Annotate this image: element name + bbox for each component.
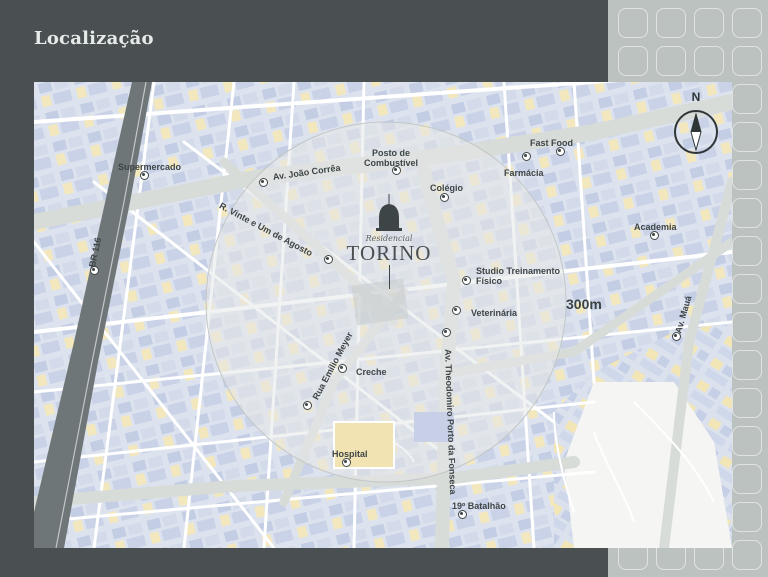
poi-label-batalhao: 19º Batalhão [452,501,506,511]
street-marker-theodomiro[interactable] [441,327,451,337]
decorative-tile [732,540,762,570]
logo-name: TORINO [346,241,432,265]
development-logo: Residencial TORINO [334,194,444,289]
decorative-tile [732,122,762,152]
poi-label-veterinaria: Veterinária [471,308,518,318]
dome-icon [376,194,402,231]
poi-label-academia: Academia [634,222,677,232]
street-marker-emilio-meyer[interactable] [302,400,312,410]
decorative-tile [732,464,762,494]
decorative-tile [732,198,762,228]
compass: N [670,90,722,166]
decorative-tile [732,160,762,190]
compass-rose-icon [674,110,718,154]
poi-label-colegio: Colégio [430,183,463,193]
location-map[interactable]: Residencial TORINO 300m N Supermercado Po… [34,82,732,548]
decorative-tile [732,426,762,456]
poi-marker-studio[interactable] [461,275,471,285]
poi-label-hospital: Hospital [332,449,368,459]
decorative-tile [732,46,762,76]
page-title: Localização [34,28,154,49]
decorative-tile [656,8,686,38]
decorative-tile [732,350,762,380]
poi-marker-farmacia[interactable] [521,151,531,161]
decorative-tile [694,8,724,38]
poi-label-studio: Studio Treinamento Físico [476,266,561,286]
decorative-tile [656,46,686,76]
street-marker-joao-correa[interactable] [258,177,268,187]
poi-label-supermercado: Supermercado [118,162,182,172]
poi-label-posto: Posto de Combustível [364,148,419,168]
street-label-maua: Av. Mauá [673,294,694,335]
decorative-tile [694,46,724,76]
decorative-tile [732,84,762,114]
decorative-tile [732,502,762,532]
street-label-emilio-meyer: Rua Emílio Meyer [310,330,355,402]
decorative-tile [618,46,648,76]
street-marker-vinte-um-agosto[interactable] [323,254,333,264]
decorative-tile [732,312,762,342]
poi-marker-creche[interactable] [337,363,347,373]
poi-label-creche: Creche [356,367,387,377]
decorative-tile [618,8,648,38]
compass-north-label: N [691,90,701,104]
decorative-tile [732,388,762,418]
poi-marker-veterinaria[interactable] [451,305,461,315]
decorative-tile [732,236,762,266]
radius-label: 300m [566,296,602,312]
poi-label-fast-food: Fast Food [530,138,573,148]
decorative-tile [732,8,762,38]
poi-label-farmacia: Farmácia [504,168,544,178]
poi-marker-colegio[interactable] [439,192,449,202]
map-overlay: Residencial TORINO 300m N Supermercado Po… [34,82,732,548]
street-label-theodomiro: Av. Theodomiro Porto da Fonseca [443,348,459,495]
decorative-tile [732,274,762,304]
street-label-br116: BR 116 [87,236,104,269]
street-label-joao-correa: Av. João Corrêa [272,162,342,182]
logo-pin-line [388,265,390,289]
street-label-vinte-um-agosto: R. Vinte e Um de Agosto [217,200,315,259]
